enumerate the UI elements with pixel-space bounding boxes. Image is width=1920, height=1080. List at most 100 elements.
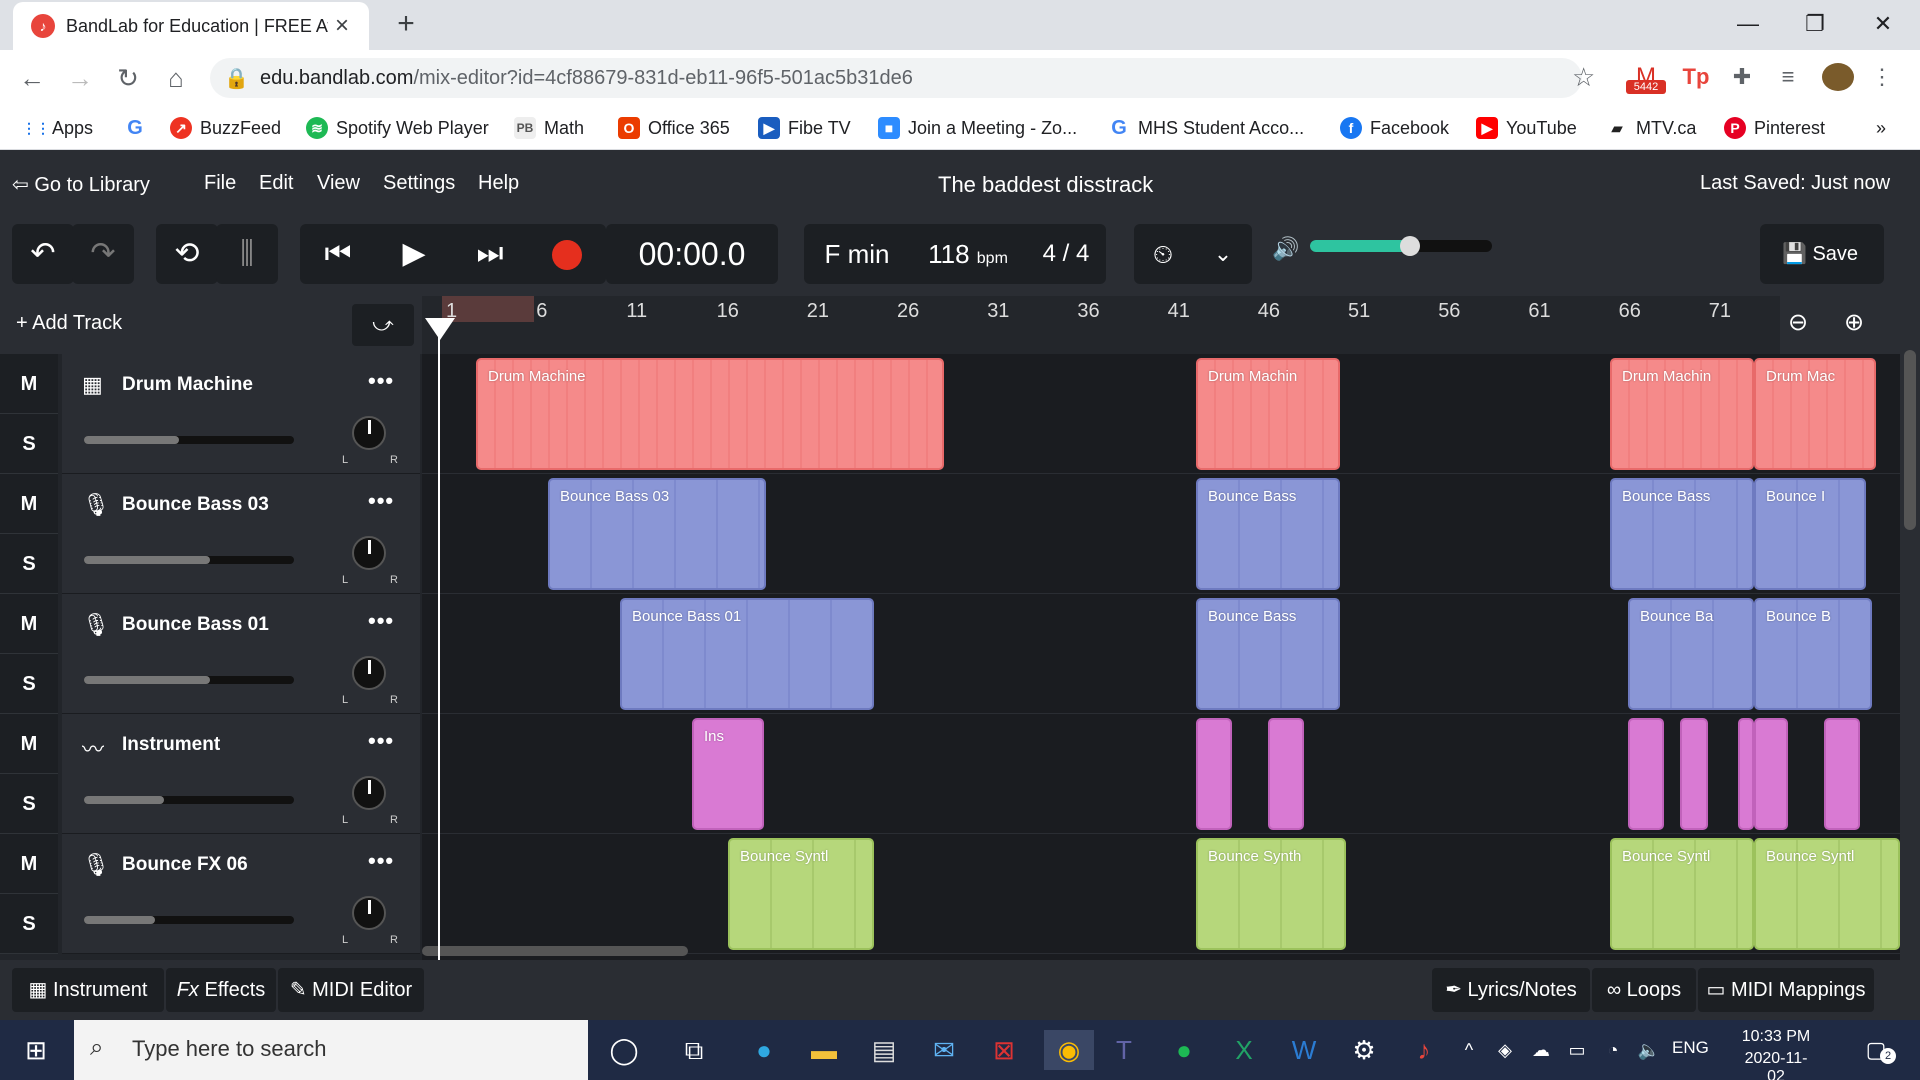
track-volume-slider[interactable] xyxy=(84,556,294,564)
pan-knob[interactable] xyxy=(352,416,386,450)
bookmark-office365[interactable]: O Office 365 xyxy=(618,114,730,142)
bookmark-math[interactable]: PB Math xyxy=(514,114,584,142)
clip-instrument[interactable]: Ins xyxy=(692,718,764,830)
menu-view[interactable]: View xyxy=(317,172,360,195)
mute-button[interactable]: M xyxy=(0,474,58,534)
clip-instrument[interactable] xyxy=(1824,718,1860,830)
teams-icon[interactable]: T xyxy=(1104,1030,1144,1070)
clip-bounce-bass-01[interactable]: Bounce B xyxy=(1754,598,1872,710)
clip-bounce-bass-01[interactable]: Bounce Bass 01 xyxy=(620,598,874,710)
windows-start-icon[interactable]: ⊞ xyxy=(16,1030,56,1070)
track-volume-slider[interactable] xyxy=(84,436,294,444)
clip-instrument[interactable] xyxy=(1738,718,1754,830)
track-options-icon[interactable]: ••• xyxy=(368,848,394,874)
cortana-icon[interactable]: ◯ xyxy=(604,1030,644,1070)
clip-bounce-bass-03[interactable]: Bounce Bass 03 xyxy=(548,478,766,590)
master-volume-slider[interactable] xyxy=(1310,236,1492,256)
scroll-thumb[interactable] xyxy=(1904,350,1916,530)
word-icon[interactable]: W xyxy=(1284,1030,1324,1070)
record-button[interactable] xyxy=(552,240,582,270)
clip-bounce-bass-03[interactable]: Bounce I xyxy=(1754,478,1866,590)
task-view-icon[interactable]: ⧉ xyxy=(674,1030,714,1070)
go-to-library-button[interactable]: ⇦ Go to Library xyxy=(12,172,150,197)
close-tab-icon[interactable]: × xyxy=(335,12,349,40)
clock[interactable]: 10:33 PM 2020-11-02 xyxy=(1736,1028,1816,1080)
chrome-menu-icon[interactable]: ⋮ xyxy=(1866,60,1898,94)
track-volume-slider[interactable] xyxy=(84,916,294,924)
bookmark-zoom[interactable]: ■ Join a Meeting - Zo... xyxy=(878,114,1077,142)
edge-icon[interactable]: ● xyxy=(744,1030,784,1070)
clip-instrument[interactable] xyxy=(1196,718,1232,830)
gift-icon[interactable]: ⊠ xyxy=(984,1030,1024,1070)
playhead-handle-icon[interactable] xyxy=(425,318,455,340)
instrument-tab[interactable]: ▦ Instrument xyxy=(12,968,164,1012)
track-name[interactable]: Drum Machine xyxy=(122,374,253,396)
timeline-ruler[interactable]: 1 6 11 16 21 26 31 36 41 46 51 56 61 66 71 xyxy=(422,296,1780,354)
taskbar-search[interactable]: ⌕ Type here to search xyxy=(74,1020,588,1080)
restore-window-icon[interactable]: ❐ xyxy=(1790,8,1840,40)
minimize-icon[interactable]: — xyxy=(1723,8,1773,40)
tp-extension-icon[interactable]: Tp xyxy=(1680,60,1712,94)
track-options-icon[interactable]: ••• xyxy=(368,608,394,634)
track-name[interactable]: Bounce Bass 01 xyxy=(122,614,269,636)
clip-drum-machine[interactable]: Drum Machin xyxy=(1196,358,1340,470)
track-volume-slider[interactable] xyxy=(84,796,294,804)
bookmark-buzzfeed[interactable]: ↗ BuzzFeed xyxy=(170,114,281,142)
track-name[interactable]: Bounce Bass 03 xyxy=(122,494,269,516)
lyrics-notes-tab[interactable]: ✒ Lyrics/Notes xyxy=(1432,968,1590,1012)
track-volume-slider[interactable] xyxy=(84,676,294,684)
file-explorer-icon[interactable]: ▬ xyxy=(804,1030,844,1070)
bandlab-taskbar-icon[interactable]: ♪ xyxy=(1404,1030,1444,1070)
onedrive-icon[interactable]: ☁ xyxy=(1526,1030,1556,1070)
mute-button[interactable]: M xyxy=(0,594,58,654)
pan-knob[interactable] xyxy=(352,776,386,810)
time-signature-display[interactable]: 4 / 4 xyxy=(1026,224,1106,284)
save-button[interactable]: 💾 Save xyxy=(1760,224,1884,284)
track-header[interactable]: 🎙 Bounce Bass 03 ••• L R xyxy=(62,474,420,594)
track-header[interactable]: 〰 Instrument ••• L R xyxy=(62,714,420,834)
bookmark-mhs[interactable]: G MHS Student Acco... xyxy=(1108,114,1304,142)
clip-bounce-synth[interactable]: Bounce Syntl xyxy=(1610,838,1754,950)
more-bookmarks-icon[interactable]: » xyxy=(1876,114,1886,142)
clip-bounce-synth[interactable]: Bounce Synth xyxy=(1196,838,1346,950)
track-options-icon[interactable]: ••• xyxy=(368,488,394,514)
solo-button[interactable]: S xyxy=(0,534,58,594)
loop-button[interactable]: ⟲ xyxy=(156,224,218,284)
menu-edit[interactable]: Edit xyxy=(259,172,293,195)
gmail-extension-icon[interactable]: M 5442 xyxy=(1626,60,1666,94)
solo-button[interactable]: S xyxy=(0,414,58,474)
clip-drum-machine[interactable]: Drum Mac xyxy=(1754,358,1876,470)
extensions-puzzle-icon[interactable]: ✚ xyxy=(1726,60,1758,94)
clip-drum-machine[interactable]: Drum Machin xyxy=(1610,358,1754,470)
bookmark-star-icon[interactable]: ☆ xyxy=(1572,62,1595,93)
bookmark-fibetv[interactable]: ▶ Fibe TV xyxy=(758,114,851,142)
add-track-button[interactable]: + Add Track xyxy=(16,312,122,335)
mute-button[interactable]: M xyxy=(0,354,58,414)
excel-icon[interactable]: X xyxy=(1224,1030,1264,1070)
track-name[interactable]: Instrument xyxy=(122,734,220,756)
menu-settings[interactable]: Settings xyxy=(383,172,455,195)
zoom-in-icon[interactable]: ⊕ xyxy=(1844,308,1864,337)
metronome-icon[interactable]: ⏲ xyxy=(1134,224,1192,284)
clip-bounce-synth[interactable]: Bounce Syntl xyxy=(728,838,874,950)
battery-icon[interactable]: ▭ xyxy=(1562,1030,1592,1070)
bookmark-spotify[interactable]: ≋ Spotify Web Player xyxy=(306,114,489,142)
loops-tab[interactable]: ∞ Loops xyxy=(1592,968,1696,1012)
tempo-display[interactable]: 118 bpm xyxy=(912,224,1024,284)
track-options-icon[interactable]: ••• xyxy=(368,368,394,394)
clip-instrument[interactable] xyxy=(1268,718,1304,830)
playhead[interactable] xyxy=(438,318,440,960)
midi-editor-tab[interactable]: ✎ MIDI Editor xyxy=(278,968,424,1012)
notifications-icon[interactable]: ▢ 2 xyxy=(1856,1030,1896,1070)
clip-instrument[interactable] xyxy=(1754,718,1788,830)
settings-gear-icon[interactable]: ⚙ xyxy=(1344,1030,1384,1070)
horizontal-scrollbar[interactable] xyxy=(422,946,688,956)
profile-avatar[interactable] xyxy=(1822,63,1854,91)
close-window-icon[interactable]: ✕ xyxy=(1858,8,1908,40)
split-button[interactable]: ⫼ xyxy=(216,224,278,284)
undo-button[interactable]: ↶ xyxy=(12,224,74,284)
clip-instrument[interactable] xyxy=(1680,718,1708,830)
zoom-out-icon[interactable]: ⊖ xyxy=(1788,308,1808,337)
bookmark-youtube[interactable]: ▶ YouTube xyxy=(1476,114,1577,142)
track-header[interactable]: ▦ Drum Machine ••• L R xyxy=(62,354,420,474)
